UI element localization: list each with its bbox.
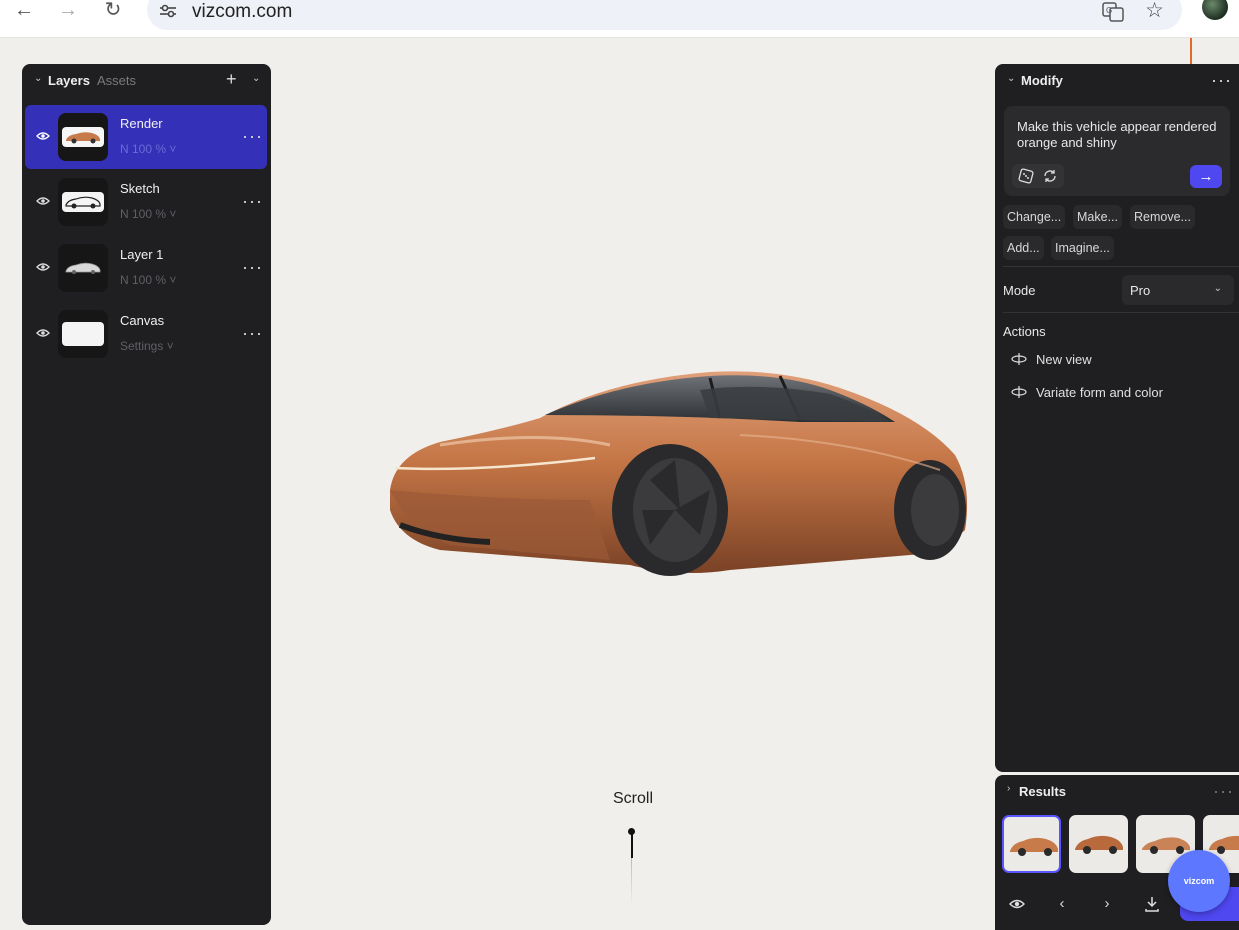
canvas-guide-line bbox=[1190, 38, 1192, 64]
visibility-eye-icon[interactable] bbox=[36, 195, 50, 207]
chevron-down-icon[interactable]: ⌄ bbox=[1007, 73, 1017, 85]
visibility-eye-icon[interactable] bbox=[36, 327, 50, 339]
prompt-input[interactable]: Make this vehicle appear rendered orange… bbox=[1004, 106, 1230, 196]
layer-name: Render bbox=[120, 116, 163, 131]
tab-assets[interactable]: Assets bbox=[97, 73, 136, 88]
bookmark-star-icon[interactable]: ☆ bbox=[1145, 0, 1164, 23]
tab-layers[interactable]: Layers bbox=[48, 73, 90, 88]
layer-thumbnail bbox=[58, 178, 108, 226]
back-icon[interactable]: ← bbox=[12, 0, 36, 20]
visibility-eye-icon[interactable] bbox=[36, 130, 50, 142]
result-thumbnail[interactable] bbox=[1002, 815, 1061, 873]
modify-panel: ⌄ Modify ··· Make this vehicle appear re… bbox=[995, 64, 1239, 772]
layers-header: ⌄ Layers Assets + ⌄ bbox=[22, 64, 271, 96]
chip-change[interactable]: Change... bbox=[1003, 205, 1066, 229]
prompt-text[interactable]: Make this vehicle appear rendered orange… bbox=[1017, 119, 1222, 151]
modify-title: Modify bbox=[1021, 73, 1063, 88]
action-label: New view bbox=[1036, 352, 1092, 367]
browser-toolbar: ← → ↻ vizcom.com G ☆ bbox=[0, 0, 1239, 38]
results-header: › Results ··· bbox=[995, 775, 1239, 807]
mode-value: Pro bbox=[1130, 283, 1151, 298]
orbit-view-icon bbox=[1011, 353, 1027, 365]
layer-name: Canvas bbox=[120, 313, 165, 328]
actions-label: Actions bbox=[1003, 324, 1046, 339]
next-result-icon[interactable]: › bbox=[1098, 895, 1116, 913]
address-bar[interactable]: vizcom.com G ☆ bbox=[147, 0, 1182, 30]
chevron-right-icon[interactable]: › bbox=[1007, 783, 1017, 795]
send-prompt-button[interactable]: → bbox=[1190, 165, 1222, 188]
chevron-down-icon[interactable]: ⌄ bbox=[34, 73, 44, 85]
layer-more-icon[interactable]: ··· bbox=[242, 192, 263, 210]
visibility-eye-icon[interactable] bbox=[36, 261, 50, 273]
results-title: Results bbox=[1019, 784, 1066, 799]
reload-icon[interactable]: ↻ bbox=[101, 0, 125, 20]
mode-label: Mode bbox=[1003, 283, 1036, 298]
layer-more-icon[interactable]: ··· bbox=[242, 324, 263, 342]
chip-remove[interactable]: Remove... bbox=[1130, 205, 1195, 229]
layer-blend-opacity[interactable]: N 100 % ˅ bbox=[120, 207, 176, 221]
add-options-chevron-icon[interactable]: ⌄ bbox=[252, 73, 262, 85]
divider bbox=[1003, 266, 1239, 267]
modify-more-icon[interactable]: ··· bbox=[1211, 71, 1232, 89]
layer-thumbnail bbox=[58, 244, 108, 292]
translate-icon[interactable]: G bbox=[1102, 2, 1124, 22]
scroll-hint-label: Scroll bbox=[613, 790, 654, 807]
layer-more-icon[interactable]: ··· bbox=[242, 258, 263, 276]
forward-icon[interactable]: → bbox=[56, 0, 80, 20]
action-label: Variate form and color bbox=[1036, 385, 1163, 400]
layer-row-layer-1[interactable]: Layer 1 N 100 % ˅ ··· bbox=[25, 236, 267, 300]
modify-header: ⌄ Modify ··· bbox=[995, 64, 1239, 96]
result-thumbnail[interactable] bbox=[1069, 815, 1128, 873]
scroll-indicator-fade bbox=[631, 858, 632, 906]
layer-blend-opacity[interactable]: N 100 % ˅ bbox=[120, 273, 176, 287]
layers-panel: ⌄ Layers Assets + ⌄ Render N 100 % ˅ ··· bbox=[22, 64, 271, 925]
chip-imagine[interactable]: Imagine... bbox=[1051, 236, 1114, 260]
layer-more-icon[interactable]: ··· bbox=[242, 127, 263, 145]
previous-result-icon[interactable]: ‹ bbox=[1053, 895, 1071, 913]
add-layer-button[interactable]: + bbox=[226, 69, 237, 90]
chip-make[interactable]: Make... bbox=[1073, 205, 1122, 229]
dice-icon[interactable] bbox=[1018, 168, 1034, 184]
car-render-image bbox=[380, 360, 970, 585]
profile-avatar[interactable] bbox=[1202, 0, 1228, 20]
layer-thumbnail bbox=[58, 310, 108, 358]
canvas-settings[interactable]: Settings ˅ bbox=[120, 339, 174, 353]
chevron-down-icon: ⌄ bbox=[1213, 283, 1222, 294]
layer-row-render[interactable]: Render N 100 % ˅ ··· bbox=[25, 105, 267, 169]
layer-thumbnail bbox=[58, 113, 108, 161]
url-text: vizcom.com bbox=[192, 1, 293, 22]
chip-add[interactable]: Add... bbox=[1003, 236, 1044, 260]
svg-text:G: G bbox=[1106, 6, 1112, 15]
mode-select[interactable]: Pro ⌄ bbox=[1122, 275, 1234, 305]
prompt-tools bbox=[1012, 164, 1064, 188]
layer-blend-opacity[interactable]: N 100 % ˅ bbox=[120, 142, 176, 156]
layer-row-canvas[interactable]: Canvas Settings ˅ ··· bbox=[25, 302, 267, 366]
visibility-eye-icon[interactable] bbox=[1008, 895, 1026, 913]
site-settings-icon[interactable] bbox=[159, 4, 177, 18]
orbit-variate-icon bbox=[1011, 386, 1027, 398]
layer-name: Layer 1 bbox=[120, 247, 164, 262]
scroll-indicator-line bbox=[631, 830, 633, 858]
vizcom-help-badge[interactable]: vizcom bbox=[1168, 850, 1230, 912]
download-icon[interactable] bbox=[1143, 895, 1161, 913]
results-more-icon[interactable]: ··· bbox=[1213, 782, 1234, 800]
layer-name: Sketch bbox=[120, 181, 160, 196]
divider bbox=[1003, 312, 1239, 313]
layer-row-sketch[interactable]: Sketch N 100 % ˅ ··· bbox=[25, 170, 267, 234]
refresh-icon[interactable] bbox=[1042, 168, 1058, 184]
